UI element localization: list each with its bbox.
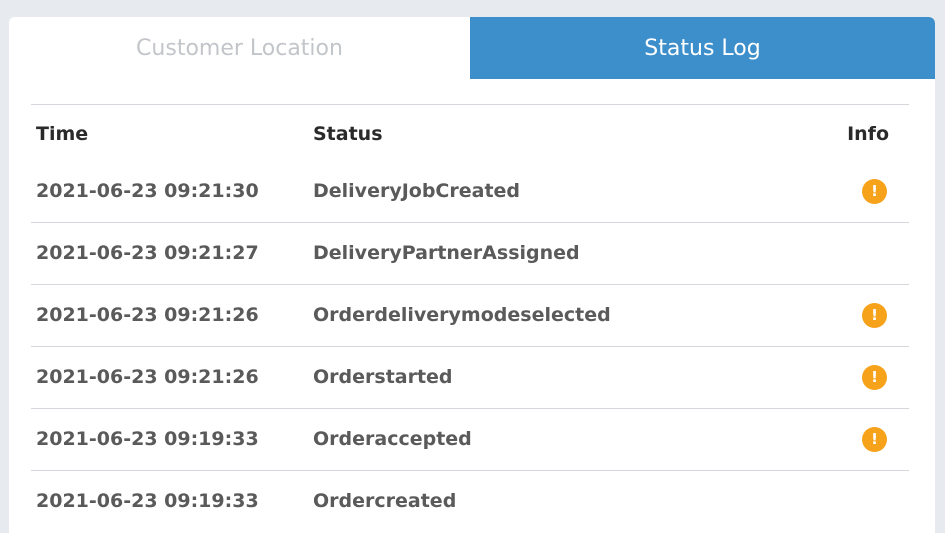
tab-status-log[interactable]: Status Log	[470, 17, 935, 79]
row-time: 2021-06-23 09:21:27	[36, 242, 259, 264]
column-header-status: Status	[313, 123, 383, 145]
info-icon[interactable]: !	[862, 427, 887, 452]
row-time: 2021-06-23 09:19:33	[36, 490, 259, 512]
row-status: Ordercreated	[313, 490, 457, 512]
row-time: 2021-06-23 09:19:33	[36, 428, 259, 450]
info-icon[interactable]: !	[862, 365, 887, 390]
table-row: 2021-06-23 09:21:30 DeliveryJobCreated !	[31, 161, 909, 223]
row-time: 2021-06-23 09:21:26	[36, 304, 259, 326]
tab-bar: Customer Location Status Log	[9, 17, 935, 79]
table-row: 2021-06-23 09:21:26 Orderdeliverymodesel…	[31, 285, 909, 347]
info-icon[interactable]: !	[862, 179, 887, 204]
row-status: Orderaccepted	[313, 428, 472, 450]
table-row: 2021-06-23 09:19:33 Ordercreated	[31, 471, 909, 533]
table-row: 2021-06-23 09:21:27 DeliveryPartnerAssig…	[31, 223, 909, 285]
info-icon[interactable]: !	[862, 303, 887, 328]
status-log-table: Time Status Info 2021-06-23 09:21:30 Del…	[31, 104, 909, 533]
row-time: 2021-06-23 09:21:26	[36, 366, 259, 388]
column-header-time: Time	[36, 123, 89, 145]
tab-customer-location[interactable]: Customer Location	[9, 17, 470, 79]
table-row: 2021-06-23 09:21:26 Orderstarted !	[31, 347, 909, 409]
status-log-panel: Customer Location Status Log Time Status…	[9, 17, 935, 533]
row-status: Orderdeliverymodeselected	[313, 304, 611, 326]
column-header-info: Info	[847, 123, 889, 145]
row-status: Orderstarted	[313, 366, 453, 388]
table-row: 2021-06-23 09:19:33 Orderaccepted !	[31, 409, 909, 471]
row-status: DeliveryPartnerAssigned	[313, 242, 580, 264]
row-status: DeliveryJobCreated	[313, 180, 521, 202]
row-time: 2021-06-23 09:21:30	[36, 180, 259, 202]
table-header: Time Status Info	[31, 105, 909, 161]
